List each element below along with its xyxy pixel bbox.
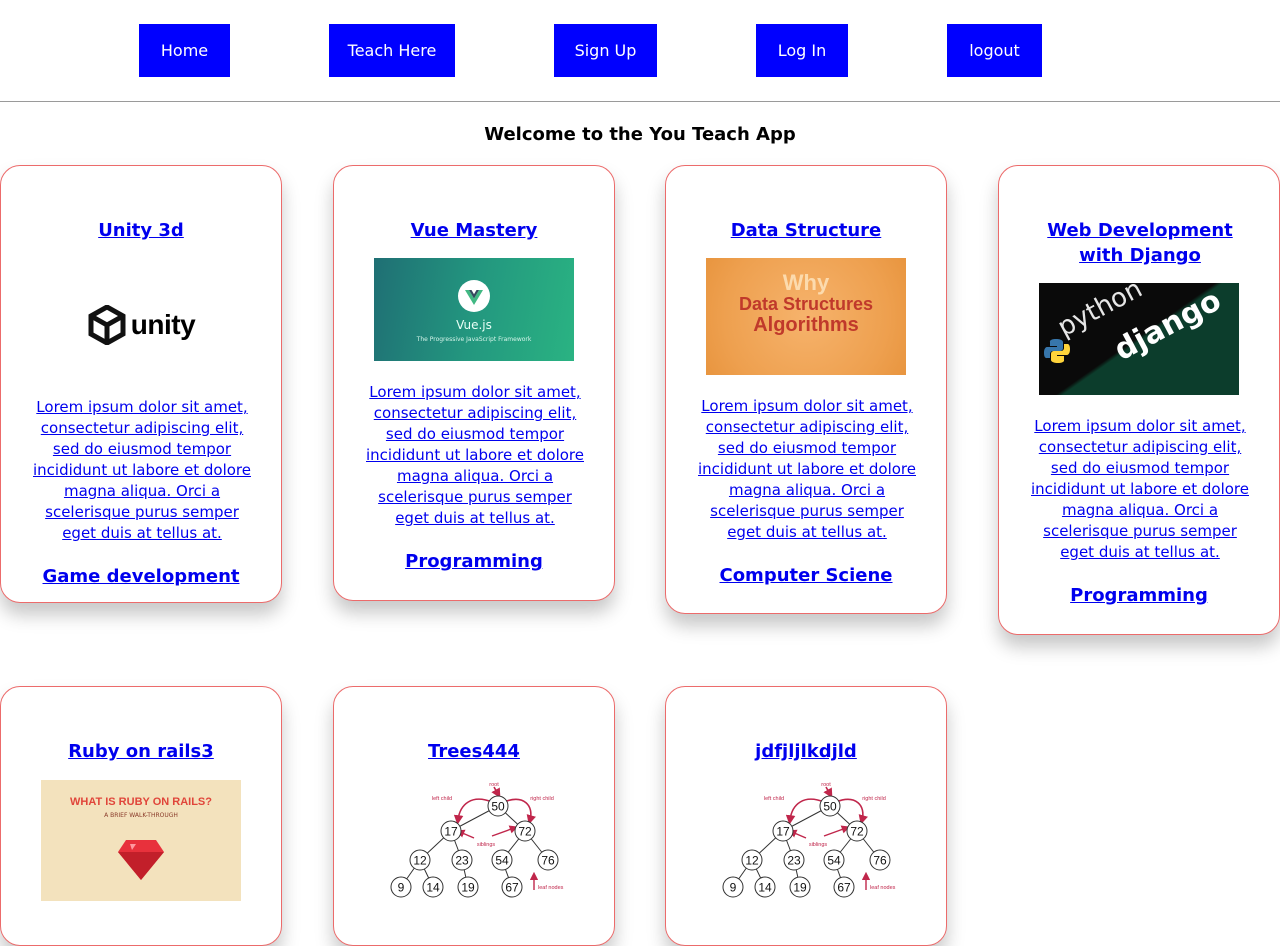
tree-annotation-label: root [489, 782, 499, 788]
annotation-arrow [788, 829, 807, 839]
annotation-arrow [491, 786, 501, 799]
course-card: Vue Mastery Vue.js The Progressive JavaS… [333, 165, 615, 601]
annotation-arrow [835, 798, 868, 825]
nav-home-button[interactable]: Home [139, 24, 230, 77]
course-title-link[interactable]: jdfjljlkdjld [691, 739, 921, 764]
tree-node-label: 19 [461, 881, 475, 895]
course-category-link[interactable]: Game development [26, 564, 256, 589]
ruby-on-rails-banner-image[interactable]: WHAT IS RUBY ON RAILS? A BRIEF WALK-THRO… [41, 780, 241, 901]
vue-banner-image[interactable]: Vue.js The Progressive JavaScript Framew… [374, 258, 574, 361]
binary-tree-diagram-image[interactable]: 50 17 72 12 23 54 76 9 14 19 67 root left child right… [706, 780, 906, 901]
tree-node-label: 76 [873, 854, 887, 868]
data-structures-banner-image[interactable]: Why Data Structures Algorithms [706, 258, 906, 375]
tree-node-label: 9 [398, 881, 405, 895]
tree-node-label: 23 [455, 854, 469, 868]
annotation-arrow [785, 798, 825, 825]
course-title-link[interactable]: Unity 3d [26, 218, 256, 243]
ruby-gem-icon [118, 840, 164, 880]
tree-annotation-label: leaf nodes [870, 885, 896, 891]
course-description-link[interactable]: Lorem ipsum dolor sit amet, consectetur … [359, 382, 591, 529]
tree-node-label: 67 [505, 881, 519, 895]
page-title: Welcome to the You Teach App [484, 124, 796, 145]
tree-annotation-label: siblings [477, 842, 496, 848]
course-card: Trees444 50 17 72 12 23 54 76 9 14 19 67 root left c… [333, 686, 615, 946]
tree-node-label: 50 [823, 800, 837, 814]
tree-node-label: 54 [495, 854, 509, 868]
tree-annotation-label: right child [862, 796, 886, 802]
nav-logout-button[interactable]: logout [947, 24, 1042, 77]
course-card: jdfjljlkdjld 50 17 72 12 23 54 76 9 14 19 67 root le… [665, 686, 947, 946]
course-card: Web Development with Django python djang… [998, 165, 1280, 635]
course-category-link[interactable]: Programming [359, 549, 589, 574]
tree-annotation-label: siblings [809, 842, 828, 848]
tree-node-label: 23 [787, 854, 801, 868]
annotation-arrow [453, 798, 493, 825]
course-title-link[interactable]: Vue Mastery [359, 218, 589, 243]
course-description-link[interactable]: Lorem ipsum dolor sit amet, consectetur … [691, 396, 923, 543]
course-title-link[interactable]: Ruby on rails3 [26, 739, 256, 764]
binary-tree-diagram-image[interactable]: 50 17 72 12 23 54 76 9 14 19 67 root left child right… [374, 780, 574, 901]
annotation-arrow [823, 825, 850, 837]
nav-sign-up-button[interactable]: Sign Up [554, 24, 657, 77]
course-title-link[interactable]: Trees444 [359, 739, 589, 764]
annotation-arrow [823, 786, 833, 799]
tree-node-label: 9 [730, 881, 737, 895]
course-description-link[interactable]: Lorem ipsum dolor sit amet, consectetur … [1024, 416, 1256, 563]
course-category-link[interactable]: Computer Sciene [691, 563, 921, 588]
nav-teach-here-button[interactable]: Teach Here [329, 24, 455, 77]
top-nav: Home Teach Here Sign Up Log In logout [0, 0, 1280, 102]
tree-node-label: 72 [850, 825, 864, 839]
tree-node-label: 19 [793, 881, 807, 895]
tree-node-label: 14 [758, 881, 772, 895]
tree-node-label: 12 [413, 854, 427, 868]
tree-node-label: 17 [444, 825, 458, 839]
annotation-arrow [503, 798, 536, 825]
annotation-arrow [491, 825, 518, 837]
python-django-banner-image[interactable]: python django [1039, 283, 1239, 395]
tree-node-label: 54 [827, 854, 841, 868]
tree-node-label: 12 [745, 854, 759, 868]
unity-logo-image[interactable]: unity [41, 273, 241, 376]
tree-annotation-label: root [821, 782, 831, 788]
course-title-link[interactable]: Web Development with Django [1024, 218, 1256, 268]
course-card: Unity 3d unity Lorem ipsum dolor sit ame… [0, 165, 282, 603]
course-category-link[interactable]: Programming [1024, 583, 1254, 608]
tree-node-label: 72 [518, 825, 532, 839]
tree-annotation-label: left child [764, 796, 784, 802]
course-title-link[interactable]: Data Structure [691, 218, 921, 243]
tree-node-label: 14 [426, 881, 440, 895]
tree-node-label: 17 [776, 825, 790, 839]
vue-logo-icon [458, 280, 490, 312]
tree-annotation-label: left child [432, 796, 452, 802]
tree-annotation-label: right child [530, 796, 554, 802]
unity-cube-icon [88, 304, 126, 345]
tree-node-label: 50 [491, 800, 505, 814]
tree-node-label: 76 [541, 854, 555, 868]
tree-node-label: 67 [837, 881, 851, 895]
tree-annotation-label: leaf nodes [538, 885, 564, 891]
course-card: Ruby on rails3 WHAT IS RUBY ON RAILS? A … [0, 686, 282, 946]
nav-log-in-button[interactable]: Log In [756, 24, 848, 77]
annotation-arrow [456, 829, 475, 839]
course-description-link[interactable]: Lorem ipsum dolor sit amet, consectetur … [26, 397, 258, 544]
course-card: Data Structure Why Data Structures Algor… [665, 165, 947, 614]
